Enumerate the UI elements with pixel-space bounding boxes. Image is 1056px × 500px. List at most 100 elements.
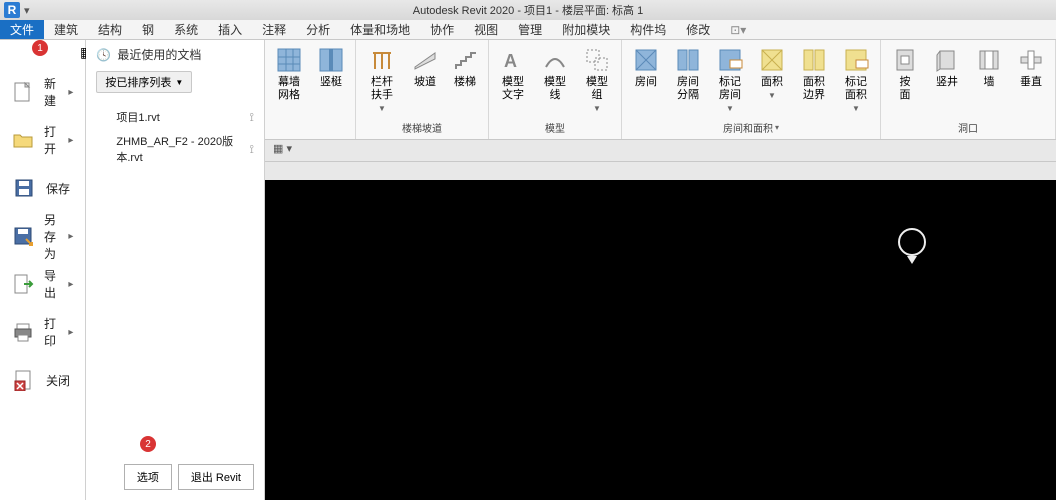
- drawing-canvas[interactable]: [265, 180, 1056, 500]
- callout-badge-1: 1: [32, 40, 48, 56]
- chevron-down-icon: ▼: [175, 78, 183, 87]
- save-icon: [12, 176, 36, 200]
- btn-by-face[interactable]: 按面: [887, 44, 923, 104]
- view-tab-header: [265, 162, 1056, 180]
- file-menu-sidebar: ▦ ▦ 新建 ▸ 打开 ▸ 保存 另存为 ▸ 导出 ▸ 打印: [0, 40, 86, 500]
- tab-analyze[interactable]: 分析: [296, 20, 340, 39]
- model-text-icon: A: [499, 46, 527, 74]
- tab-annotate[interactable]: 注释: [252, 20, 296, 39]
- window-title: Autodesk Revit 2020 - 项目1 - 楼层平面: 标高 1: [413, 2, 643, 18]
- chevron-right-icon: ▸: [68, 279, 73, 290]
- svg-text:A: A: [504, 51, 517, 71]
- right-workspace: 幕墙网格 竖梃 栏杆扶手▼ 坡道 楼梯 楼梯坡道 A模型文字 模型线 模型组▼: [265, 40, 1056, 500]
- btn-stair[interactable]: 楼梯: [448, 44, 482, 91]
- chevron-right-icon: ▸: [68, 87, 73, 98]
- tab-massing[interactable]: 体量和场地: [340, 20, 420, 39]
- menu-save-label: 保存: [46, 180, 70, 197]
- menu-export[interactable]: 导出 ▸: [0, 260, 85, 308]
- recent-docs-panel: 🕓 最近使用的文档 按已排序列表 ▼ 项目1.rvt ⟟ ZHMB_AR_F2 …: [86, 40, 265, 500]
- btn-room[interactable]: 房间: [628, 44, 664, 91]
- qat-icon[interactable]: ▾: [24, 4, 30, 17]
- btn-wall[interactable]: 墙: [971, 44, 1007, 91]
- wall-opening-icon: [975, 46, 1003, 74]
- recent-item[interactable]: 项目1.rvt ⟟: [96, 105, 254, 129]
- tag-area-icon: [842, 46, 870, 74]
- ribbon: 幕墙网格 竖梃 栏杆扶手▼ 坡道 楼梯 楼梯坡道 A模型文字 模型线 模型组▼: [265, 40, 1056, 140]
- btn-model-group[interactable]: 模型组▼: [579, 44, 615, 116]
- tab-collab[interactable]: 协作: [420, 20, 464, 39]
- btn-room-sep[interactable]: 房间分隔: [670, 44, 706, 104]
- tab-architecture[interactable]: 建筑: [44, 20, 88, 39]
- menu-save[interactable]: 保存: [0, 164, 85, 212]
- menu-print[interactable]: 打印 ▸: [0, 308, 85, 356]
- menu-print-label: 打印: [44, 315, 58, 349]
- navigation-compass-icon[interactable]: [898, 228, 926, 256]
- chevron-right-icon: ▸: [68, 327, 73, 338]
- ribbon-group-circulation: 栏杆扶手▼ 坡道 楼梯 楼梯坡道: [356, 40, 489, 139]
- ribbon-group-build: 幕墙网格 竖梃: [265, 40, 356, 139]
- btn-mullion[interactable]: 竖梃: [313, 44, 349, 91]
- menu-new[interactable]: 新建 ▸: [0, 68, 85, 116]
- btn-area-boundary[interactable]: 面积边界: [796, 44, 832, 104]
- railing-icon: [368, 46, 396, 74]
- close-icon: [12, 368, 36, 392]
- tab-steel[interactable]: 钢: [132, 20, 164, 39]
- callout-badge-2: 2: [140, 436, 156, 452]
- recent-item-name: 项目1.rvt: [116, 109, 159, 125]
- chevron-right-icon: ▸: [68, 135, 73, 146]
- stair-icon: [451, 46, 479, 74]
- pin-icon[interactable]: ⟟: [250, 110, 254, 125]
- btn-railing[interactable]: 栏杆扶手▼: [362, 44, 402, 116]
- app-logo-icon: R: [4, 2, 20, 18]
- menu-saveas-label: 另存为: [44, 211, 58, 262]
- print-icon: [12, 320, 34, 344]
- tab-structure[interactable]: 结构: [88, 20, 132, 39]
- ramp-icon: [411, 46, 439, 74]
- menu-close[interactable]: 关闭: [0, 356, 85, 404]
- tab-system[interactable]: 系统: [164, 20, 208, 39]
- tab-modify[interactable]: 修改: [676, 20, 720, 39]
- btn-tag-room[interactable]: 标记房间▼: [712, 44, 748, 116]
- tag-room-icon: [716, 46, 744, 74]
- btn-tag-area[interactable]: 标记面积▼: [838, 44, 874, 116]
- btn-model-line[interactable]: 模型线: [537, 44, 573, 104]
- menu-close-label: 关闭: [46, 372, 70, 389]
- btn-model-text[interactable]: A模型文字: [495, 44, 531, 104]
- btn-vertical[interactable]: 垂直: [1013, 44, 1049, 91]
- btn-ramp[interactable]: 坡道: [408, 44, 442, 91]
- tab-precast[interactable]: 构件坞: [620, 20, 676, 39]
- menu-saveas[interactable]: 另存为 ▸: [0, 212, 85, 260]
- options-bar: ▦ ▾: [265, 140, 1056, 162]
- ribbon-group-opening: 按面 竖井 墙 垂直 洞口: [881, 40, 1056, 139]
- by-face-icon: [891, 46, 919, 74]
- tab-expand[interactable]: ⊡▾: [720, 20, 756, 39]
- recent-item-name: ZHMB_AR_F2 - 2020版本.rvt: [116, 133, 249, 165]
- menu-export-label: 导出: [44, 267, 58, 301]
- menu-open[interactable]: 打开 ▸: [0, 116, 85, 164]
- room-icon: [632, 46, 660, 74]
- shaft-icon: [933, 46, 961, 74]
- saveas-icon: [12, 224, 34, 248]
- recent-header-label: 最近使用的文档: [117, 46, 201, 63]
- btn-shaft[interactable]: 竖井: [929, 44, 965, 91]
- sort-dropdown[interactable]: 按已排序列表 ▼: [96, 71, 192, 93]
- recent-item[interactable]: ZHMB_AR_F2 - 2020版本.rvt ⟟: [96, 129, 254, 169]
- area-bound-icon: [800, 46, 828, 74]
- tab-view[interactable]: 视图: [464, 20, 508, 39]
- pin-icon[interactable]: ⟟: [250, 142, 254, 157]
- tab-insert[interactable]: 插入: [208, 20, 252, 39]
- tab-file[interactable]: 文件: [0, 20, 44, 39]
- new-icon: [12, 80, 34, 104]
- btn-curtain-grid[interactable]: 幕墙网格: [271, 44, 307, 104]
- export-icon: [12, 272, 34, 296]
- menu-open-label: 打开: [44, 123, 58, 157]
- menu-new-label: 新建: [44, 75, 58, 109]
- tab-manage[interactable]: 管理: [508, 20, 552, 39]
- exit-button[interactable]: 退出 Revit: [178, 464, 254, 490]
- options-button[interactable]: 选项: [124, 464, 172, 490]
- model-line-icon: [541, 46, 569, 74]
- tab-addins[interactable]: 附加模块: [552, 20, 620, 39]
- btn-area[interactable]: 面积▼: [754, 44, 790, 103]
- model-group-icon: [583, 46, 611, 74]
- room-sep-icon: [674, 46, 702, 74]
